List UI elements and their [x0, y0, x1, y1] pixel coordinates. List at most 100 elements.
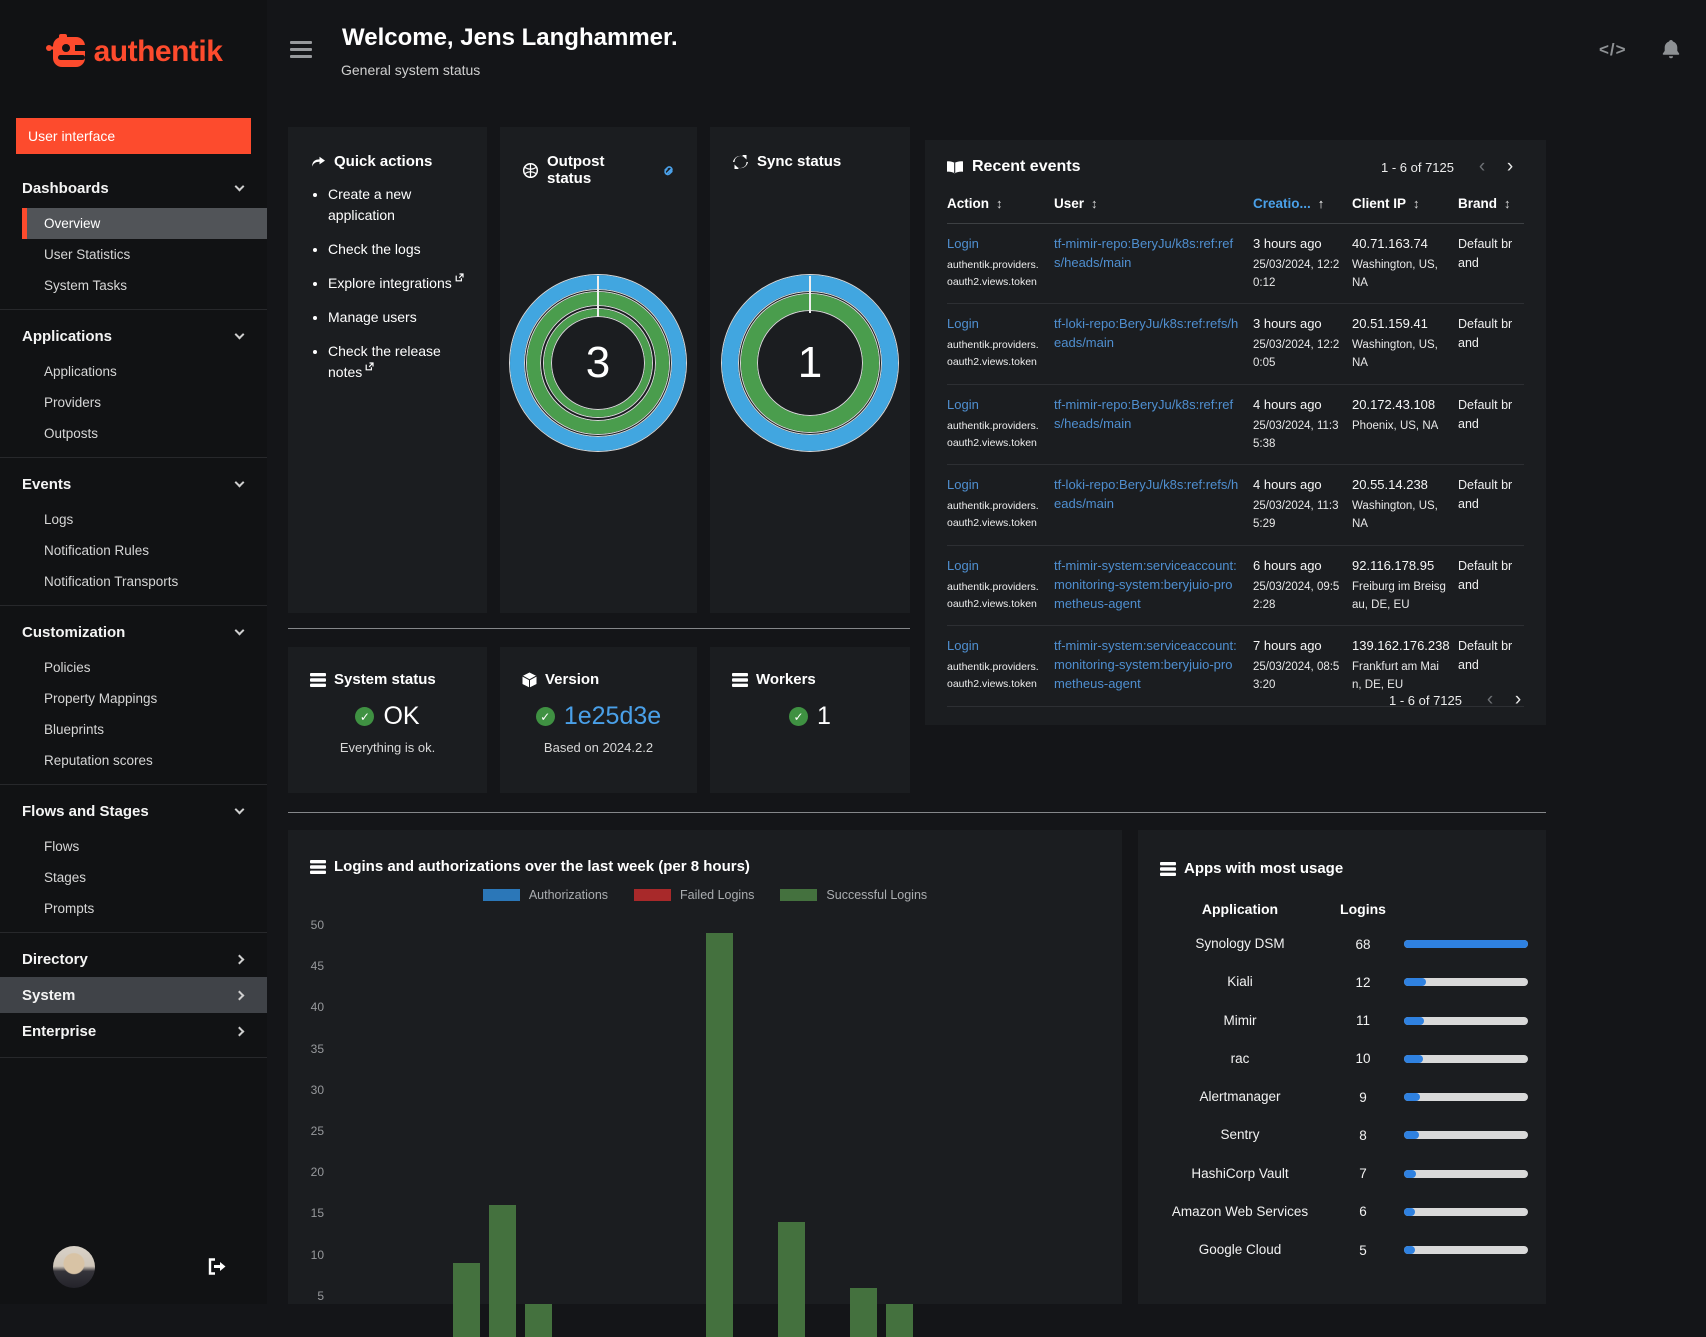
pagination-prev-icon[interactable]: ‹: [1476, 689, 1504, 711]
event-action-link[interactable]: Login: [947, 637, 979, 656]
sidebar-group-system[interactable]: System: [0, 977, 267, 1013]
pagination-next-icon[interactable]: ›: [1496, 156, 1524, 178]
quick-action-manage-users[interactable]: Manage users: [328, 307, 471, 328]
event-user-link[interactable]: tf-loki-repo:BeryJu/k8s:ref:refs/heads/m…: [1054, 476, 1243, 514]
event-ip: 20.51.159.41: [1352, 316, 1428, 332]
sidebar-item-notification-transports[interactable]: Notification Transports: [0, 566, 267, 597]
event-user-link[interactable]: tf-mimir-system:serviceaccount:monitorin…: [1054, 557, 1243, 614]
link-icon[interactable]: [660, 162, 677, 179]
user-interface-button[interactable]: User interface: [16, 118, 251, 154]
sidebar-group-dashboards[interactable]: Dashboards: [0, 170, 267, 206]
card-version: Version ✓ 1e25d3e Based on 2024.2.2: [500, 647, 697, 793]
sidebar-item-outposts[interactable]: Outposts: [0, 418, 267, 449]
pagination-prev-icon[interactable]: ‹: [1468, 156, 1496, 178]
sidebar-group-directory[interactable]: Directory: [0, 941, 267, 977]
events-column-action[interactable]: Action ↕: [947, 196, 1054, 211]
sidebar-item-overview[interactable]: Overview: [22, 208, 267, 239]
event-action-link[interactable]: Login: [947, 557, 979, 576]
column-label: Action: [947, 196, 989, 211]
events-column-user[interactable]: User ↕: [1054, 196, 1253, 211]
sidebar-divider: [0, 784, 267, 785]
event-time-ago: 3 hours ago: [1253, 236, 1322, 251]
notifications-bell-icon[interactable]: [1660, 38, 1682, 66]
sidebar-group-applications[interactable]: Applications: [0, 318, 267, 354]
sidebar-item-notification-rules[interactable]: Notification Rules: [0, 535, 267, 566]
event-action-link[interactable]: Login: [947, 476, 979, 495]
sidebar-item-logs[interactable]: Logs: [0, 504, 267, 535]
sidebar-item-user-statistics[interactable]: User Statistics: [0, 239, 267, 270]
event-action-link[interactable]: Login: [947, 235, 979, 254]
apps-col-logins: Logins: [1340, 901, 1386, 917]
sidebar-item-blueprints[interactable]: Blueprints: [0, 714, 267, 745]
sidebar-group-customization[interactable]: Customization: [0, 614, 267, 650]
chevron-down-icon: [234, 804, 245, 815]
event-action-link[interactable]: Login: [947, 315, 979, 334]
sidebar-item-property-mappings[interactable]: Property Mappings: [0, 683, 267, 714]
quick-action-check-the-logs[interactable]: Check the logs: [328, 239, 471, 260]
event-location: Washington, US, NA: [1352, 500, 1438, 531]
events-column-creatio[interactable]: Creatio... ↑: [1253, 196, 1352, 211]
sidebar-item-reputation-scores[interactable]: Reputation scores: [0, 745, 267, 776]
event-ip: 40.71.163.74: [1352, 236, 1428, 251]
outpost-status-title: Outpost status: [547, 153, 605, 187]
sort-icon[interactable]: ↕: [1091, 196, 1098, 211]
event-user-link[interactable]: tf-mimir-repo:BeryJu/k8s:ref:refs/heads/…: [1054, 396, 1243, 434]
sort-icon[interactable]: ↕: [1413, 196, 1420, 211]
card-system-status: System status ✓ OK Everything is ok.: [288, 647, 487, 793]
sidebar-item-applications[interactable]: Applications: [0, 356, 267, 387]
logins-chart-title: Logins and authorizations over the last …: [334, 858, 750, 875]
sidebar-item-providers[interactable]: Providers: [0, 387, 267, 418]
hamburger-menu-icon[interactable]: [290, 41, 312, 62]
avatar[interactable]: [53, 1246, 95, 1288]
event-timestamp: 25/03/2024, 11:35:38: [1253, 419, 1339, 450]
progress-fill: [1404, 1169, 1417, 1178]
table-row: Login authentik.providers.oauth2.views.to…: [947, 465, 1524, 546]
sidebar-group-enterprise[interactable]: Enterprise: [0, 1013, 267, 1049]
version-value-link[interactable]: 1e25d3e: [564, 702, 661, 731]
sign-out-icon[interactable]: [205, 1257, 226, 1281]
chart-bar: [488, 1205, 516, 1337]
event-creation-cell: 4 hours ago 25/03/2024, 11:35:38: [1253, 396, 1352, 453]
app-usage-progressbar: [1404, 1246, 1528, 1255]
pagination-next-icon[interactable]: ›: [1504, 689, 1532, 711]
sidebar-item-stages[interactable]: Stages: [0, 862, 267, 893]
events-column-client-ip[interactable]: Client IP ↕: [1352, 196, 1458, 211]
event-user-link[interactable]: tf-mimir-system:serviceaccount:monitorin…: [1054, 637, 1243, 694]
app-logins-count: 11: [1355, 1013, 1370, 1029]
sidebar-item-policies[interactable]: Policies: [0, 652, 267, 683]
sort-asc-icon[interactable]: ↑: [1318, 196, 1325, 211]
cube-icon: [522, 672, 537, 687]
quick-action-check-the-release-notes[interactable]: Check the release notes: [328, 341, 471, 383]
sidebar-item-system-tasks[interactable]: System Tasks: [0, 270, 267, 301]
api-code-icon[interactable]: </>: [1599, 40, 1627, 60]
sidebar-footer: [0, 1246, 267, 1290]
app-usage-row-hashicorp-vault: HashiCorp Vault 7: [1152, 1155, 1528, 1193]
sidebar-item-flows[interactable]: Flows: [0, 831, 267, 862]
sidebar-item-prompts[interactable]: Prompts: [0, 893, 267, 924]
event-action-link[interactable]: Login: [947, 396, 979, 415]
sidebar-group-events[interactable]: Events: [0, 466, 267, 502]
apps-usage-title: Apps with most usage: [1184, 860, 1344, 877]
sort-icon[interactable]: ↕: [996, 196, 1003, 211]
sort-icon[interactable]: ↕: [1504, 196, 1511, 211]
event-user-link[interactable]: tf-mimir-repo:BeryJu/k8s:ref:refs/heads/…: [1054, 235, 1243, 273]
events-column-brand[interactable]: Brand ↕: [1458, 196, 1524, 211]
card-sync-status: Sync status 1: [710, 127, 910, 613]
app-name: rac: [1230, 1050, 1250, 1066]
quick-action-create-a-new-application[interactable]: Create a new application: [328, 184, 471, 226]
app-usage-progressbar: [1404, 1169, 1528, 1178]
event-ip: 20.55.14.238: [1352, 477, 1428, 493]
sidebar-group-items: Policies Property Mappings Blueprints Reput…: [0, 652, 267, 776]
sidebar-group-flows-and-stages[interactable]: Flows and Stages: [0, 793, 267, 829]
legend-swatch: [634, 889, 672, 901]
authentik-logo-icon: [45, 34, 85, 67]
chart-bar: [705, 933, 733, 1337]
y-tick-label: 25: [310, 1124, 324, 1138]
event-time-ago: 7 hours ago: [1253, 638, 1322, 654]
quick-action-explore-integrations[interactable]: Explore integrations: [328, 273, 471, 294]
pagination-label: 1 - 6 of 7125: [1389, 692, 1462, 708]
y-tick-label: 40: [310, 1000, 324, 1015]
divider: [288, 628, 910, 629]
event-user-link[interactable]: tf-loki-repo:BeryJu/k8s:ref:refs/heads/m…: [1054, 315, 1243, 353]
card-workers: Workers ✓ 1: [710, 647, 910, 793]
